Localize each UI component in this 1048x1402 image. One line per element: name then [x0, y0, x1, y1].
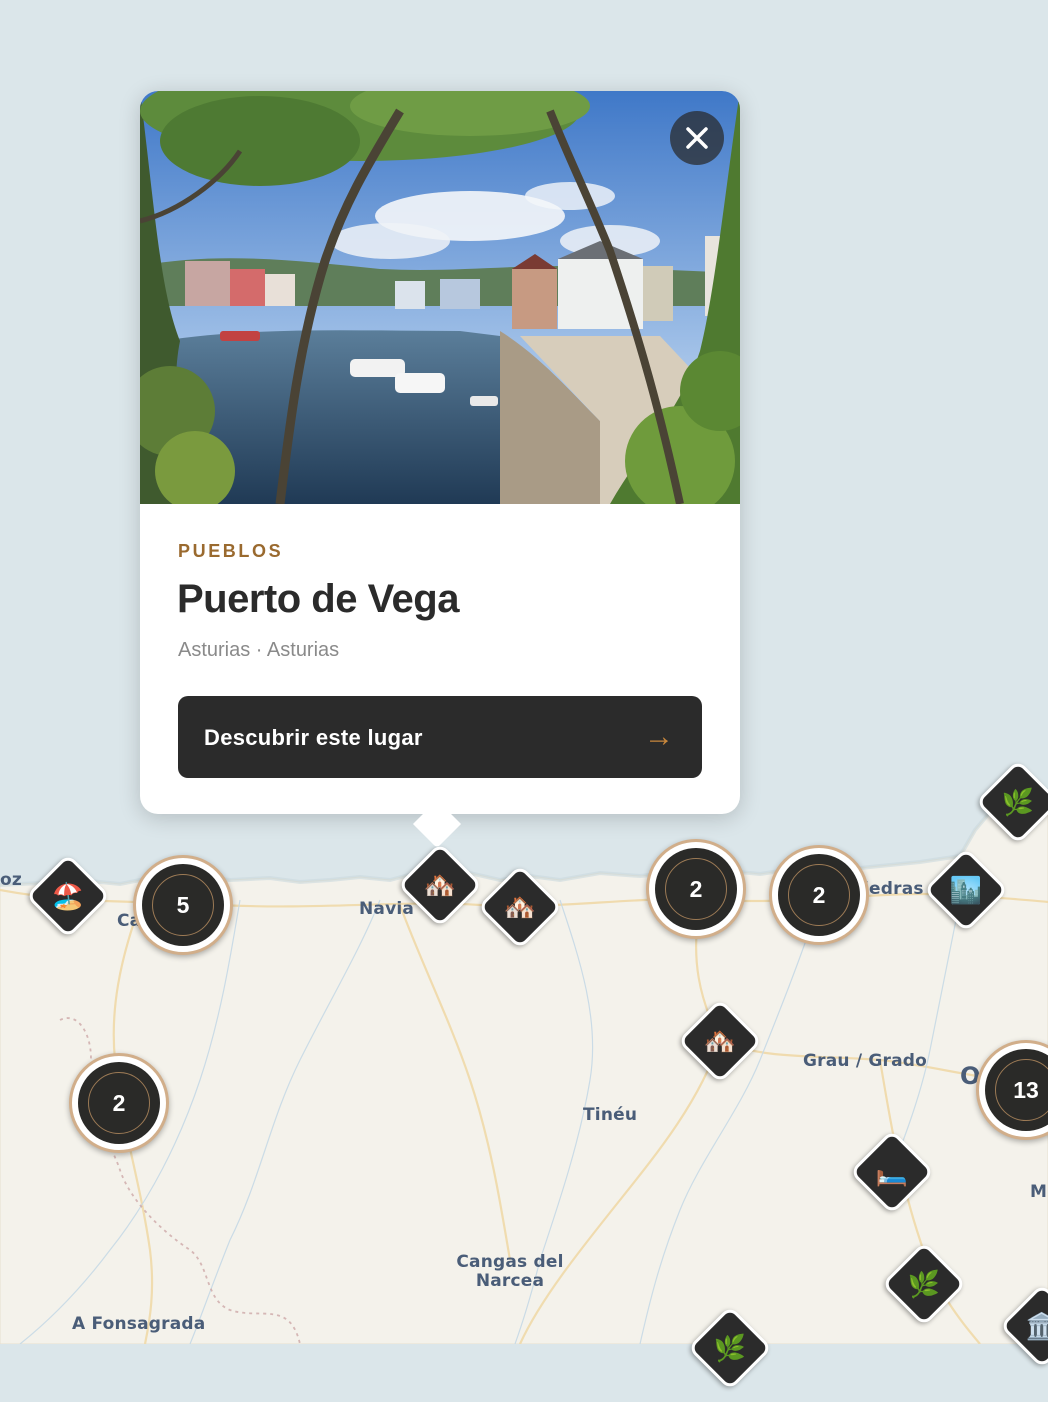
museum-icon: 🏛️: [1025, 1311, 1048, 1341]
cluster-marker[interactable]: 2: [769, 845, 869, 945]
cluster-marker[interactable]: 5: [133, 855, 233, 955]
place-popup: PUEBLOS Puerto de Vega Asturias · Asturi…: [140, 91, 740, 849]
place-label-piedras: iedras: [863, 879, 924, 899]
cluster-count: 13: [1013, 1076, 1039, 1103]
cluster-count: 2: [812, 881, 826, 908]
place-location: Asturias · Asturias: [178, 639, 340, 661]
discover-place-button[interactable]: Descubrir este lugar →: [178, 696, 702, 778]
arrow-right-icon: →: [644, 720, 674, 753]
close-icon: [686, 127, 708, 149]
discover-button-label: Descubrir este lugar: [204, 725, 423, 750]
cluster-count: 2: [689, 875, 703, 902]
herb-icon: 🌿: [713, 1333, 747, 1363]
house-icon: 🏘️: [423, 870, 457, 900]
place-title: Puerto de Vega: [177, 577, 459, 621]
beach-icon: 🏖️: [51, 881, 85, 911]
place-label-oz: oz: [0, 870, 22, 890]
cluster-count: 5: [176, 891, 190, 918]
bed-icon: 🛏️: [875, 1157, 909, 1187]
place-photo: [140, 91, 740, 504]
place-label-fonsagrada: A Fonsagrada: [72, 1314, 206, 1334]
cluster-marker[interactable]: 2: [646, 839, 746, 939]
place-label-grau: Grau / Grado: [803, 1051, 928, 1071]
close-button[interactable]: [670, 111, 724, 165]
place-label-tineu: Tinéu: [583, 1105, 638, 1125]
city-icon: 🏙️: [949, 875, 983, 905]
herb-icon: 🌿: [1001, 787, 1035, 817]
cluster-marker[interactable]: 2: [69, 1053, 169, 1153]
place-label-navia: Navia: [359, 899, 415, 919]
cluster-count: 2: [112, 1089, 126, 1116]
place-label-cangas: Cangas del Narcea: [456, 1252, 564, 1291]
house-icon: 🏘️: [703, 1026, 737, 1056]
house-icon: 🏘️: [503, 892, 537, 922]
herb-icon: 🌿: [907, 1269, 941, 1299]
place-label-m: M: [1030, 1182, 1048, 1202]
place-category: PUEBLOS: [178, 541, 284, 561]
